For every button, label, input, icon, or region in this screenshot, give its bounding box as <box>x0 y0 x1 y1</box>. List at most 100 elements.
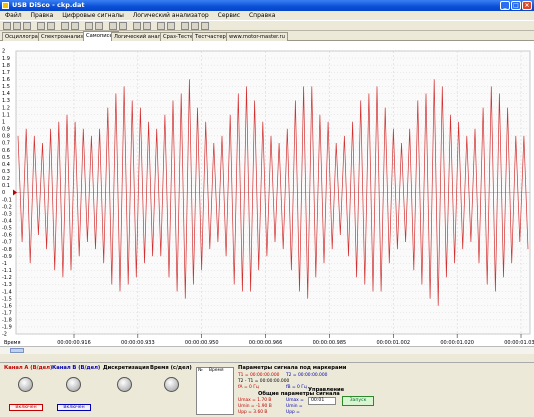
open-icon[interactable] <box>3 22 11 30</box>
cursor-icon[interactable] <box>85 22 93 30</box>
copy-icon[interactable] <box>23 22 31 30</box>
title-bar: USB DiSco - ckp.dat _ □ × <box>0 0 534 11</box>
y-tick-label: -0.8 <box>2 247 12 253</box>
toolbar <box>0 20 534 31</box>
zoom-in-icon[interactable] <box>61 22 69 30</box>
film-icon[interactable] <box>181 22 189 30</box>
window-title: USB DiSco - ckp.dat <box>12 1 85 9</box>
scrollbar-thumb[interactable] <box>10 348 24 353</box>
umax-a: Umax = 1.70 В <box>238 398 272 403</box>
control-title: Управление <box>308 387 345 393</box>
menu-help[interactable]: Справка <box>249 12 275 19</box>
expand-icon[interactable] <box>109 22 117 30</box>
y-tick-label: -0.3 <box>2 211 12 217</box>
print-icon[interactable] <box>143 22 151 30</box>
y-tick-label: 0.4 <box>2 162 10 168</box>
channel-a-knob[interactable] <box>18 377 33 392</box>
y-tick-label: -0.6 <box>2 233 12 239</box>
grid-icon[interactable] <box>133 22 141 30</box>
about-icon[interactable] <box>201 22 209 30</box>
maximize-button[interactable]: □ <box>511 1 521 10</box>
y-tick-label: 2 <box>2 49 5 55</box>
menu-digital-signals[interactable]: Цифровые сигналы <box>62 12 124 19</box>
marker-fa: fA = 0 Гц <box>238 385 259 390</box>
start-button[interactable]: Запуск <box>342 396 374 406</box>
tab-bar: Осциллограф Спектроанализатор Самописец … <box>0 31 534 42</box>
horizontal-scrollbar[interactable] <box>0 346 534 354</box>
upp-a: Upp = 3.60 В <box>238 410 268 415</box>
y-tick-label: -0.2 <box>2 204 12 210</box>
upp-b: Upp = <box>286 410 300 415</box>
marker-dt: T2 - T1 = 00:00:00.000 <box>238 379 290 384</box>
marker-fb: fB = 0 Гц <box>286 385 307 390</box>
menu-service[interactable]: Сервис <box>218 12 240 19</box>
y-tick-label: 1.4 <box>2 91 10 97</box>
channel-b-knob[interactable] <box>66 377 81 392</box>
y-tick-label: 0.1 <box>2 183 10 189</box>
stop-icon[interactable] <box>47 22 55 30</box>
time-title: Время (с/дел) <box>150 365 192 371</box>
umax-b: Umax = <box>286 398 304 403</box>
menu-logic-analyzer[interactable]: Логический анализатор <box>133 12 209 19</box>
y-tick-label: -0.1 <box>2 197 12 203</box>
y-tick-label: 1.9 <box>2 56 10 62</box>
sampling-title: Дискретизация <box>103 365 150 371</box>
channel-a-enable-button[interactable]: Включен <box>9 404 43 411</box>
app-icon <box>2 2 9 9</box>
y-tick-label: -0.4 <box>2 219 12 225</box>
y-tick-label: -1.5 <box>2 296 12 302</box>
time-group: Время (с/дел) <box>150 365 194 415</box>
y-tick-label: 1 <box>2 119 5 125</box>
y-tick-label: 0.2 <box>2 176 10 182</box>
tab-website[interactable]: www.motor-master.ru <box>226 32 288 41</box>
marker-t1: T1 = 00:00:00.000 <box>238 373 280 378</box>
channel-b-enable-button[interactable]: Включен <box>57 404 91 411</box>
y-tick-label: 1.1 <box>2 112 10 118</box>
y-tick-label: -1 <box>2 261 7 267</box>
y-tick-label: 0.6 <box>2 148 10 154</box>
signal-chart[interactable]: 21.91.81.71.61.51.41.31.21.110.90.80.70.… <box>0 41 534 346</box>
channel-a-title: Канал A (В/дел) <box>4 365 53 371</box>
y-tick-label: 1.8 <box>2 63 10 69</box>
y-tick-label: 0.7 <box>2 141 10 147</box>
menu-file[interactable]: Файл <box>5 12 22 19</box>
y-tick-label: 1.7 <box>2 70 10 76</box>
control-group: Управление 00:01 Запуск <box>306 365 378 415</box>
y-tick-label: 0.8 <box>2 134 10 140</box>
sampling-knob[interactable] <box>117 377 132 392</box>
zoom-out-icon[interactable] <box>71 22 79 30</box>
menu-bar: Файл Правка Цифровые сигналы Логический … <box>0 11 534 20</box>
y-tick-label: 1.5 <box>2 84 10 90</box>
y-tick-label: 1.3 <box>2 98 10 104</box>
y-tick-label: 0.9 <box>2 127 10 133</box>
camera-icon[interactable] <box>167 22 175 30</box>
settings-icon[interactable] <box>157 22 165 30</box>
save-icon[interactable] <box>13 22 21 30</box>
tab-testmaster[interactable]: Тестчастер <box>192 32 229 41</box>
umin-b: Umin = <box>286 404 303 409</box>
marker-icon[interactable] <box>95 22 103 30</box>
shrink-icon[interactable] <box>119 22 127 30</box>
flag-icon[interactable] <box>191 22 199 30</box>
y-tick-label: -1.4 <box>2 289 12 295</box>
y-tick-label: -0.7 <box>2 240 12 246</box>
umin-a: Umin = -1.90 В <box>238 404 272 409</box>
y-tick-label: -1.2 <box>2 275 12 281</box>
table-header-n: № <box>198 368 203 373</box>
channel-b-title: Канал B (В/дел) <box>52 365 101 371</box>
table-header-time: Время <box>209 368 224 373</box>
plot-area[interactable]: 2 1.9 1.8 1.7 1.6 1.5 1.4 1.3 1.2 1.1 1 0.9 0.8 0.7 0.… <box>0 41 534 346</box>
menu-edit[interactable]: Правка <box>31 12 54 19</box>
y-tick-label: 0 <box>2 190 5 196</box>
sampling-group: Дискретизация <box>103 365 150 415</box>
minimize-button[interactable]: _ <box>500 1 510 10</box>
time-knob[interactable] <box>164 377 179 392</box>
y-tick-label: -1.8 <box>2 318 12 324</box>
channel-a-group: Канал A (В/дел) Включен <box>4 365 53 415</box>
play-icon[interactable] <box>37 22 45 30</box>
control-time-input[interactable]: 00:01 <box>308 397 336 405</box>
y-tick-label: -1.6 <box>2 303 12 309</box>
close-button[interactable]: × <box>522 1 532 10</box>
y-tick-label: -2 <box>2 332 7 338</box>
channel-b-group: Канал B (В/дел) Включен <box>52 365 101 415</box>
